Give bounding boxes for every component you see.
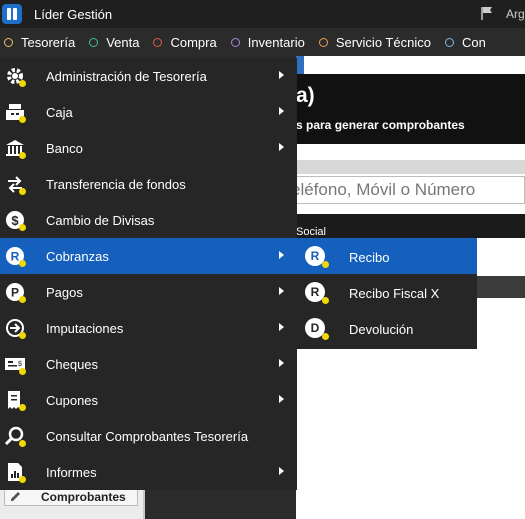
- app-title: Líder Gestión: [34, 6, 113, 22]
- topnav-label: Venta: [106, 34, 140, 50]
- background-row: [476, 276, 525, 298]
- chevron-right-icon: [279, 251, 284, 259]
- status-dot-icon: [19, 440, 26, 447]
- submenu-item-label: Recibo Fiscal X: [349, 286, 440, 301]
- menu-item-cheques[interactable]: $ Cheques: [0, 346, 297, 382]
- status-dot-icon: [19, 116, 26, 123]
- submenu-item-recibo-fiscal-x[interactable]: R Recibo Fiscal X: [297, 274, 477, 310]
- status-dot-icon: [322, 261, 329, 268]
- circle-icon: [230, 37, 240, 47]
- menu-item-label: Caja: [46, 105, 73, 120]
- menu-item-label: Cupones: [46, 393, 99, 408]
- menu-item-label: Cambio de Divisas: [46, 213, 155, 228]
- circle-icon: [318, 37, 328, 47]
- status-dot-icon: [322, 297, 329, 304]
- chevron-right-icon: [279, 395, 284, 403]
- tesoreria-menu: Administración de Tesorería Caja Banco Tran…: [0, 58, 297, 490]
- background-subheading: s para generar comprobantes: [296, 118, 465, 132]
- menu-item-transferencia-de-fondos[interactable]: Transferencia de fondos: [0, 166, 297, 202]
- menu-item-cobranzas[interactable]: R Cobranzas: [0, 238, 297, 274]
- chevron-right-icon: [279, 107, 284, 115]
- topnav-item-servicio-t-cnico[interactable]: Servicio Técnico: [318, 34, 431, 50]
- status-dot-icon: [19, 296, 26, 303]
- background-bar: [296, 160, 525, 174]
- status-dot-icon: [19, 80, 26, 87]
- menu-item-label: Cheques: [46, 357, 99, 372]
- status-dot-icon: [19, 224, 26, 231]
- topnav-label: Compra: [170, 34, 217, 50]
- background-tab-bar: [296, 214, 525, 238]
- chevron-right-icon: [279, 287, 284, 295]
- title-bar: Líder Gestión Arg: [0, 0, 525, 28]
- submenu-item-devolucion[interactable]: D Devolución: [297, 310, 477, 346]
- chevron-right-icon: [279, 323, 284, 331]
- menu-item-label: Informes: [46, 465, 97, 480]
- topnav-label: Servicio Técnico: [335, 34, 431, 50]
- svg-text:$: $: [18, 361, 22, 368]
- circle-icon: [89, 37, 99, 47]
- topnav-label: Tesorería: [21, 34, 76, 50]
- topnav-item-inventario[interactable]: Inventario: [230, 34, 305, 50]
- topnav-item-con[interactable]: Con: [444, 34, 486, 50]
- svg-text:P: P: [11, 286, 19, 300]
- background-header: [296, 74, 525, 144]
- chevron-right-icon: [279, 359, 284, 367]
- chevron-right-icon: [279, 143, 284, 151]
- topnav-item-tesorer-a[interactable]: Tesorería: [4, 35, 75, 50]
- status-dot-icon: [19, 332, 26, 339]
- submenu-item-recibo[interactable]: R Recibo: [297, 238, 477, 274]
- circle-icon: [153, 37, 163, 47]
- chevron-right-icon: [279, 467, 284, 475]
- status-dot-icon: [322, 333, 329, 340]
- status-dot-icon: [19, 188, 26, 195]
- flag-icon[interactable]: [480, 6, 494, 20]
- background-heading: a): [296, 84, 315, 107]
- menu-item-pagos[interactable]: P Pagos: [0, 274, 297, 310]
- cobranzas-submenu: R Recibo R Recibo Fiscal X D Devolución: [297, 238, 477, 349]
- menu-item-label: Imputaciones: [46, 321, 124, 336]
- status-dot-icon: [19, 152, 26, 159]
- circle-icon: [4, 37, 13, 47]
- menu-item-label: Administración de Tesorería: [46, 69, 207, 84]
- menu-item-consultar-comprobantes-tesoreria[interactable]: Consultar Comprobantes Tesorería: [0, 418, 297, 454]
- menu-item-imputaciones[interactable]: Imputaciones: [0, 310, 297, 346]
- background-strip: [296, 56, 304, 74]
- menu-item-cambio-de-divisas[interactable]: $ Cambio de Divisas: [0, 202, 297, 238]
- menu-item-cupones[interactable]: Cupones: [0, 382, 297, 418]
- chevron-right-icon: [279, 71, 284, 79]
- menu-item-administracion-de-tesoreria[interactable]: Administración de Tesorería: [0, 58, 297, 94]
- menu-item-label: Cobranzas: [46, 249, 109, 264]
- topnav-label: Con: [461, 34, 486, 50]
- menu-item-label: Banco: [46, 141, 83, 156]
- status-dot-icon: [19, 476, 26, 483]
- topnav-label: Inventario: [247, 34, 305, 50]
- menu-item-banco[interactable]: Banco: [0, 130, 297, 166]
- menu-item-label: Transferencia de fondos: [46, 177, 186, 192]
- status-dot-icon: [19, 260, 26, 267]
- top-nav: Tesorería Venta Compra Inventario Servicio T…: [0, 28, 525, 56]
- app-logo: [2, 4, 22, 24]
- status-dot-icon: [19, 404, 26, 411]
- submenu-item-label: Recibo: [349, 250, 390, 265]
- menu-item-label: Consultar Comprobantes Tesorería: [46, 429, 249, 444]
- background-tab-label[interactable]: Social: [296, 226, 326, 238]
- circle-icon: [444, 37, 454, 47]
- menu-item-caja[interactable]: Caja: [0, 94, 297, 130]
- submenu-item-label: Devolución: [349, 322, 414, 337]
- menu-item-label: Pagos: [46, 285, 83, 300]
- status-dot-icon: [19, 368, 26, 375]
- topnav-item-compra[interactable]: Compra: [153, 34, 217, 50]
- pen-icon: [11, 492, 20, 501]
- title-right-text: Arg: [506, 7, 525, 21]
- menu-item-informes[interactable]: Informes: [0, 454, 297, 490]
- topnav-item-venta[interactable]: Venta: [89, 35, 139, 50]
- search-input[interactable]: eléfono, Móvil o Número: [288, 176, 525, 204]
